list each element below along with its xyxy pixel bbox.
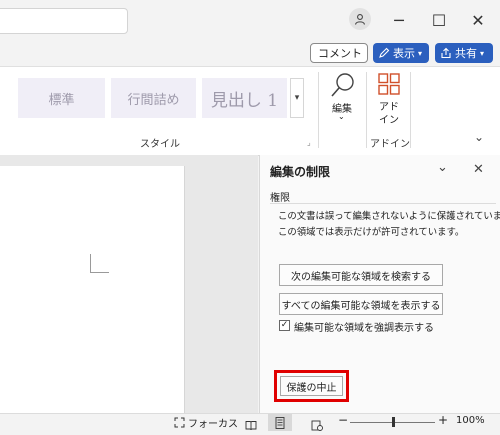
addins-button[interactable]: アド イン	[371, 70, 407, 128]
collapse-ribbon-button[interactable]: ⌄	[474, 130, 484, 144]
person-icon	[354, 14, 366, 25]
styles-more-button[interactable]: ▾	[290, 78, 304, 118]
book-icon	[245, 421, 257, 431]
ribbon-divider	[366, 72, 367, 148]
styles-group-label: スタイル	[140, 139, 180, 150]
style-heading-1-label: 見出し 1	[210, 90, 279, 111]
maximize-button[interactable]: ☐	[427, 8, 451, 32]
focus-label: フォーカス	[188, 418, 238, 430]
checkmark-icon: ✓	[280, 320, 289, 330]
ribbon-divider	[318, 72, 319, 148]
share-label: 共有	[455, 47, 477, 60]
style-normal-label: 標準	[48, 92, 75, 108]
style-normal[interactable]: 標準	[18, 78, 105, 118]
pen-icon	[379, 47, 390, 58]
avatar[interactable]	[349, 8, 371, 30]
chevron-down-icon: ⌄	[474, 130, 485, 144]
zoom-out-button[interactable]: −	[338, 413, 348, 427]
addins-icon	[378, 73, 400, 95]
ribbon-divider	[410, 72, 411, 148]
zoom-in-button[interactable]: +	[438, 413, 448, 427]
pane-close-button[interactable]: ✕	[473, 162, 484, 177]
highlight-regions-label: 編集可能な領域を強調表示する	[294, 323, 434, 334]
document-page[interactable]	[0, 166, 185, 413]
show-all-regions-button[interactable]: すべての編集可能な領域を表示する	[279, 293, 443, 315]
view-mode-button[interactable]: 表示 ▾	[373, 43, 429, 63]
dialog-launcher-icon[interactable]: ⌟	[307, 138, 311, 147]
edit-button[interactable]: 編集 ⌄	[324, 70, 360, 126]
minimize-icon: ─	[394, 10, 404, 30]
comment-button[interactable]: コメント	[310, 43, 368, 63]
view-label: 表示	[393, 47, 415, 60]
stop-protection-button[interactable]: 保護の中止	[280, 376, 343, 396]
chevron-down-icon: ▾	[418, 48, 423, 58]
focus-mode-button[interactable]: フォーカス	[174, 414, 238, 430]
comment-label: コメント	[318, 47, 362, 60]
zoom-slider-thumb[interactable]	[391, 417, 395, 427]
close-window-button[interactable]: ✕	[466, 8, 490, 32]
close-icon: ✕	[471, 10, 485, 30]
share-button[interactable]: 共有 ▾	[435, 43, 493, 63]
focus-icon	[174, 417, 185, 427]
style-no-spacing[interactable]: 行間詰め	[111, 78, 196, 118]
pane-options-button[interactable]: ⌄	[437, 160, 448, 175]
close-icon: ✕	[473, 162, 484, 177]
addins-group-label: アドイン	[370, 139, 410, 150]
section-divider	[270, 203, 496, 204]
search-icon	[331, 73, 354, 97]
protection-message-line1: この文書は誤って編集されないように保護されています。	[278, 211, 500, 222]
minimize-button[interactable]: ─	[387, 8, 411, 32]
zoom-level[interactable]: 100%	[456, 415, 485, 426]
print-layout-button[interactable]	[268, 414, 292, 431]
find-next-region-button[interactable]: 次の編集可能な領域を検索する	[279, 264, 443, 286]
chevron-down-icon: ▾	[294, 93, 300, 103]
web-layout-button[interactable]	[311, 416, 323, 435]
search-box[interactable]	[0, 8, 128, 34]
web-layout-icon	[311, 420, 323, 431]
chevron-down-icon: ⌄	[338, 112, 345, 121]
maximize-icon: ☐	[431, 10, 447, 30]
style-heading-1[interactable]: 見出し 1	[202, 78, 287, 118]
protection-message-line2: この領域では表示だけが許可されています。	[278, 227, 465, 238]
addins-label: アド イン	[379, 102, 399, 126]
section-label: 権限	[270, 193, 290, 204]
chevron-down-icon: ⌄	[437, 160, 448, 175]
pane-title: 編集の制限	[270, 165, 331, 179]
share-icon	[441, 47, 451, 59]
margin-corner-mark	[90, 254, 109, 273]
highlight-regions-checkbox[interactable]: ✓	[279, 320, 290, 331]
page-icon	[275, 416, 285, 429]
read-mode-button[interactable]	[245, 416, 257, 435]
chevron-down-icon: ▾	[480, 48, 485, 58]
style-no-spacing-label: 行間詰め	[127, 92, 180, 108]
